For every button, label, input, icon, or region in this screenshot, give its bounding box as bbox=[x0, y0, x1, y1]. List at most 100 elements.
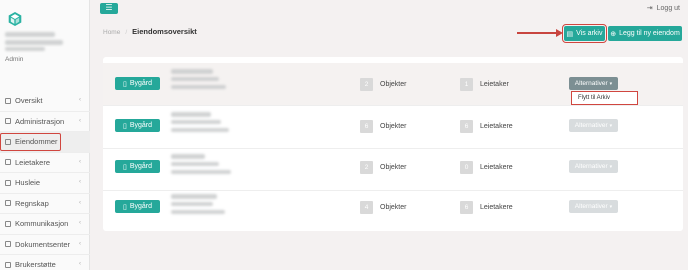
bygard-button[interactable]: ▯ Bygård bbox=[115, 160, 160, 173]
logout-icon: ⇥ bbox=[646, 5, 653, 12]
sidebar-item-label: Oversikt bbox=[15, 96, 43, 106]
objects-label: Objekter bbox=[380, 123, 407, 130]
tenants-count-badge: 1 bbox=[460, 78, 473, 91]
support-icon bbox=[5, 261, 11, 268]
caret-down-icon: ▾ bbox=[609, 80, 613, 87]
tenants-count-badge: 6 bbox=[460, 120, 473, 133]
vis-arkiv-button[interactable]: ▤ Vis arkiv bbox=[562, 24, 607, 43]
tenants-label: Leietakere bbox=[480, 204, 513, 211]
property-detail-redacted bbox=[171, 210, 225, 214]
options-label: Alternativer bbox=[574, 80, 608, 87]
bygard-label: Bygård bbox=[129, 80, 153, 87]
sidebar-item-label: Husleie bbox=[15, 178, 41, 188]
bygard-label: Bygård bbox=[129, 203, 153, 210]
chevron-left-icon: ‹ bbox=[79, 240, 81, 247]
users-icon bbox=[5, 159, 11, 166]
objects-count-badge: 2 bbox=[360, 161, 373, 174]
options-label: Alternativer bbox=[574, 122, 608, 129]
sidebar-item-label: Kommunikasjon bbox=[15, 219, 69, 229]
property-address-redacted bbox=[171, 162, 219, 166]
home-icon bbox=[5, 97, 11, 104]
sidebar: Admin Oversikt ‹ Administrasjon ‹ Eiendo… bbox=[0, 0, 90, 270]
options-dropdown-button[interactable]: Alternativer ▾ bbox=[569, 200, 618, 213]
options-dropdown-button[interactable]: Alternativer ▾ bbox=[569, 160, 618, 173]
add-property-button[interactable]: ⊕ Legg til ny eiendom bbox=[608, 26, 682, 41]
property-detail-redacted bbox=[171, 170, 231, 174]
options-dropdown-button[interactable]: Alternativer ▾ bbox=[569, 77, 618, 90]
building-icon: ▯ bbox=[122, 163, 127, 171]
ledger-icon bbox=[5, 200, 11, 207]
property-detail-redacted bbox=[171, 85, 226, 89]
sidebar-item-label: Leietakere bbox=[15, 157, 51, 167]
sidebar-item-kommunikasjon[interactable]: Kommunikasjon ‹ bbox=[0, 214, 90, 235]
sidebar-nav: Oversikt ‹ Administrasjon ‹ Eiendommer L… bbox=[0, 91, 90, 270]
objects-label: Objekter bbox=[380, 204, 407, 211]
chevron-left-icon: ‹ bbox=[79, 158, 81, 165]
tenants-label: Leietaker bbox=[480, 81, 509, 88]
chevron-left-icon: ‹ bbox=[79, 199, 81, 206]
sidebar-item-regnskap[interactable]: Regnskap ‹ bbox=[0, 194, 90, 214]
sidebar-item-label: Administrasjon bbox=[15, 116, 65, 126]
tenants-label: Leietakere bbox=[480, 164, 513, 171]
vis-arkiv-label: Vis arkiv bbox=[576, 30, 603, 37]
invoice-icon bbox=[5, 179, 11, 186]
building-icon: ▯ bbox=[122, 122, 127, 130]
property-address-redacted bbox=[171, 120, 221, 124]
bygard-label: Bygård bbox=[129, 163, 153, 170]
bygard-label: Bygård bbox=[129, 122, 153, 129]
property-address-redacted bbox=[171, 202, 213, 206]
objects-count-badge: 2 bbox=[360, 78, 373, 91]
sidebar-item-eiendommer[interactable]: Eiendommer bbox=[0, 132, 90, 153]
bygard-button[interactable]: ▯ Bygård bbox=[115, 119, 160, 132]
highlight-box bbox=[0, 133, 61, 151]
tenants-count-badge: 6 bbox=[460, 201, 473, 214]
property-name-redacted bbox=[171, 154, 205, 159]
objects-count-badge: 6 bbox=[360, 120, 373, 133]
menu-toggle-button[interactable]: ☰ bbox=[100, 3, 118, 14]
options-menu: Flytt til Arkiv bbox=[571, 91, 638, 105]
sidebar-item-leietakere[interactable]: Leietakere ‹ bbox=[0, 153, 90, 173]
cube-logo-icon bbox=[8, 12, 22, 26]
breadcrumb-home[interactable]: Home bbox=[103, 29, 120, 36]
sidebar-item-husleie[interactable]: Husleie ‹ bbox=[0, 173, 90, 194]
sidebar-item-label: Regnskap bbox=[15, 198, 49, 208]
user-icon bbox=[5, 118, 11, 125]
breadcrumb-separator: / bbox=[125, 29, 128, 36]
table-row: ▯ Bygård 2 Objekter 0 Leietakere Alternat… bbox=[103, 148, 683, 190]
sidebar-item-administrasjon[interactable]: Administrasjon ‹ bbox=[0, 112, 90, 132]
options-label: Alternativer bbox=[574, 203, 608, 210]
logout-label: Logg ut bbox=[656, 5, 680, 12]
options-dropdown-button[interactable]: Alternativer ▾ bbox=[569, 119, 618, 132]
plus-circle-icon: ⊕ bbox=[610, 30, 617, 38]
user-name-redacted bbox=[5, 32, 55, 37]
breadcrumb: Home / Eiendomsoversikt bbox=[103, 27, 197, 36]
hamburger-icon: ☰ bbox=[105, 3, 113, 12]
sidebar-item-oversikt[interactable]: Oversikt ‹ bbox=[0, 91, 90, 112]
caret-down-icon: ▾ bbox=[609, 122, 613, 129]
options-label: Alternativer bbox=[574, 163, 608, 170]
sidebar-item-dokumentsenter[interactable]: Dokumentsenter ‹ bbox=[0, 235, 90, 255]
user-role-label: Admin bbox=[5, 56, 24, 63]
move-to-archive-item[interactable]: Flytt til Arkiv bbox=[578, 95, 610, 101]
property-list-panel: ▯ Bygård 2 Objekter 1 Leietaker Alternati… bbox=[103, 57, 683, 231]
user-company-redacted bbox=[5, 40, 63, 45]
property-name-redacted bbox=[171, 194, 217, 199]
add-property-label: Legg til ny eiendom bbox=[619, 30, 680, 37]
objects-label: Objekter bbox=[380, 81, 407, 88]
chevron-left-icon: ‹ bbox=[79, 179, 81, 185]
sidebar-item-brukerstotte[interactable]: Brukerstøtte ‹ bbox=[0, 255, 90, 270]
table-row: ▯ Bygård 4 Objekter 6 Leietakere Alternat… bbox=[103, 188, 683, 230]
chevron-left-icon: ‹ bbox=[79, 261, 81, 267]
sidebar-item-label: Dokumentsenter bbox=[15, 239, 71, 249]
sidebar-item-label: Brukerstøtte bbox=[15, 260, 56, 270]
logout-link[interactable]: ⇥ Logg ut bbox=[647, 4, 680, 12]
annotation-arrow bbox=[517, 28, 563, 37]
tenants-label: Leietakere bbox=[480, 123, 513, 130]
property-name-redacted bbox=[171, 69, 213, 74]
bygard-button[interactable]: ▯ Bygård bbox=[115, 77, 160, 90]
caret-down-icon: ▾ bbox=[609, 163, 613, 170]
tenants-count-badge: 0 bbox=[460, 161, 473, 174]
building-icon: ▯ bbox=[122, 80, 127, 88]
bygard-button[interactable]: ▯ Bygård bbox=[115, 200, 160, 213]
table-row: ▯ Bygård 6 Objekter 6 Leietakere Alternat… bbox=[103, 105, 683, 147]
